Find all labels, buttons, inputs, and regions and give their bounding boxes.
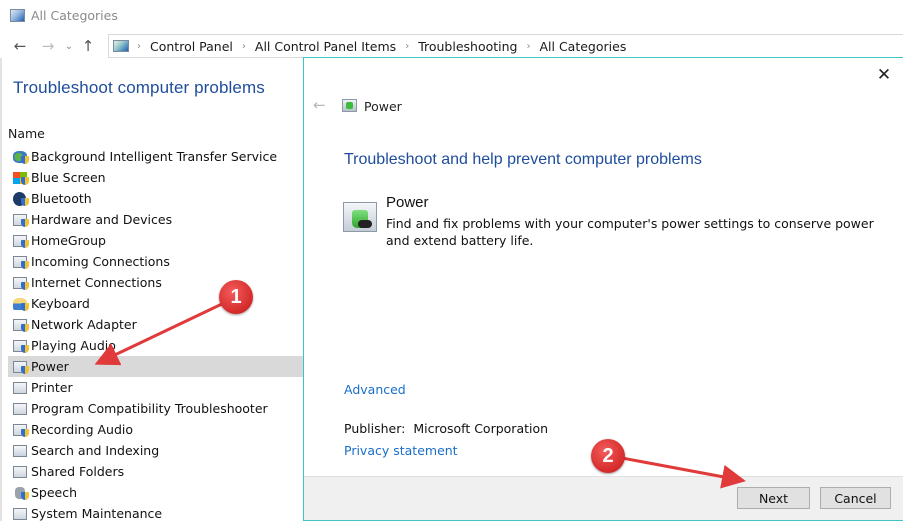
list-item-label: Program Compatibility Troubleshooter: [31, 401, 268, 416]
list-item-homegroup[interactable]: HomeGroup: [8, 230, 303, 251]
window-title-bar: All Categories: [0, 0, 903, 30]
list-item-printer[interactable]: Printer: [8, 377, 303, 398]
list-item-label: Keyboard: [31, 296, 90, 311]
list-item-label: Bluetooth: [31, 191, 92, 206]
list-item-incoming-connections[interactable]: Incoming Connections: [8, 251, 303, 272]
list-item-label: Network Adapter: [31, 317, 137, 332]
troubleshooter-name: Power: [386, 194, 429, 211]
list-item-label: HomeGroup: [31, 233, 106, 248]
troubleshooter-description: Find and fix problems with your computer…: [386, 216, 874, 248]
list-item-shared-folders[interactable]: Shared Folders: [8, 461, 303, 482]
system-maintenance-icon: [13, 507, 29, 521]
list-item-internet-connections[interactable]: Internet Connections: [8, 272, 303, 293]
network-adapter-icon: [13, 318, 29, 332]
power-icon: [13, 360, 29, 374]
control-panel-icon: [10, 8, 25, 22]
breadcrumb-separator[interactable]: ›: [137, 41, 141, 52]
bits-icon: [13, 150, 29, 164]
list-item-blue-screen[interactable]: Blue Screen: [8, 167, 303, 188]
incoming-connections-icon: [13, 255, 29, 269]
dialog-footer: Next Cancel: [304, 476, 903, 520]
breadcrumb-all-categories[interactable]: All Categories: [539, 39, 626, 54]
list-item-system-maintenance[interactable]: System Maintenance: [8, 503, 303, 521]
annotation-badge-1: 1: [219, 280, 253, 314]
publisher-info: Publisher: Microsoft Corporation: [344, 421, 548, 436]
next-button[interactable]: Next: [737, 487, 810, 509]
list-item-label: Search and Indexing: [31, 443, 160, 458]
bluetooth-icon: [13, 191, 29, 206]
audio-icon: [13, 339, 29, 353]
close-icon[interactable]: ✕: [873, 64, 895, 86]
dialog-heading: Troubleshoot and help prevent computer p…: [344, 151, 702, 168]
troubleshooter-list: Background Intelligent Transfer Service …: [8, 146, 303, 521]
list-item-speech[interactable]: Speech: [8, 482, 303, 503]
column-header-name[interactable]: Name: [8, 126, 45, 141]
list-item-label: Speech: [31, 485, 78, 500]
page-title: Troubleshoot computer problems: [13, 78, 265, 97]
list-item-label: Printer: [31, 380, 73, 395]
window-left-edge: [0, 58, 2, 521]
troubleshooter-list-pane: Troubleshoot computer problems Name Back…: [0, 58, 303, 521]
breadcrumb-separator[interactable]: ›: [405, 41, 409, 52]
publisher-label: Publisher:: [344, 421, 406, 436]
printer-icon: [13, 381, 29, 395]
window-title: All Categories: [31, 7, 118, 23]
keyboard-icon: [13, 297, 29, 311]
recording-audio-icon: [13, 423, 29, 437]
list-item-label: Power: [31, 359, 69, 374]
program-compatibility-icon: [13, 402, 29, 416]
control-panel-icon: [113, 40, 129, 52]
list-item-label: Playing Audio: [31, 338, 116, 353]
breadcrumb-control-panel[interactable]: Control Panel: [150, 39, 233, 54]
list-item-bits[interactable]: Background Intelligent Transfer Service: [8, 146, 303, 167]
list-item-label: Shared Folders: [31, 464, 125, 479]
breadcrumb-separator[interactable]: ›: [526, 41, 530, 52]
speech-icon: [13, 486, 29, 500]
dialog-title: Power: [364, 99, 402, 114]
list-item-network-adapter[interactable]: Network Adapter: [8, 314, 303, 335]
hardware-icon: [13, 213, 29, 227]
search-indexing-icon: [13, 444, 29, 458]
list-item-recording-audio[interactable]: Recording Audio: [8, 419, 303, 440]
list-item-label: Incoming Connections: [31, 254, 170, 269]
navigation-bar: ← → ⌄ ↑ › Control Panel › All Control Pa…: [0, 34, 903, 58]
advanced-link[interactable]: Advanced: [344, 382, 406, 397]
internet-connections-icon: [13, 276, 29, 290]
list-item-program-compatibility[interactable]: Program Compatibility Troubleshooter: [8, 398, 303, 419]
arrow-up-icon[interactable]: ↑: [78, 36, 98, 56]
publisher-value: Microsoft Corporation: [413, 421, 549, 436]
windows-logo-icon: [13, 171, 29, 185]
list-item-search-indexing[interactable]: Search and Indexing: [8, 440, 303, 461]
list-item-power[interactable]: Power: [8, 356, 303, 377]
power-icon: [342, 99, 357, 112]
breadcrumb-all-items[interactable]: All Control Panel Items: [255, 39, 396, 54]
privacy-statement-link[interactable]: Privacy statement: [344, 443, 458, 458]
list-item-playing-audio[interactable]: Playing Audio: [8, 335, 303, 356]
battery-power-icon: [343, 202, 377, 232]
list-item-label: Background Intelligent Transfer Service: [31, 149, 278, 164]
annotation-badge-2: 2: [591, 439, 625, 473]
list-item-label: Blue Screen: [31, 170, 106, 185]
list-item-label: System Maintenance: [31, 506, 163, 521]
breadcrumb-separator[interactable]: ›: [242, 41, 246, 52]
list-item-label: Hardware and Devices: [31, 212, 173, 227]
chevron-down-icon[interactable]: ⌄: [62, 36, 76, 56]
shared-folders-icon: [13, 465, 29, 479]
address-bar[interactable]: › Control Panel › All Control Panel Item…: [108, 34, 903, 58]
homegroup-icon: [13, 234, 29, 248]
cancel-button[interactable]: Cancel: [820, 487, 891, 509]
list-item-label: Internet Connections: [31, 275, 162, 290]
list-item-label: Recording Audio: [31, 422, 134, 437]
breadcrumb-troubleshooting[interactable]: Troubleshooting: [418, 39, 517, 54]
arrow-left-icon[interactable]: ←: [313, 96, 326, 114]
arrow-left-icon[interactable]: ←: [10, 36, 30, 56]
arrow-right-icon[interactable]: →: [38, 36, 58, 56]
list-item-keyboard[interactable]: Keyboard: [8, 293, 303, 314]
list-item-hardware[interactable]: Hardware and Devices: [8, 209, 303, 230]
list-item-bluetooth[interactable]: Bluetooth: [8, 188, 303, 209]
